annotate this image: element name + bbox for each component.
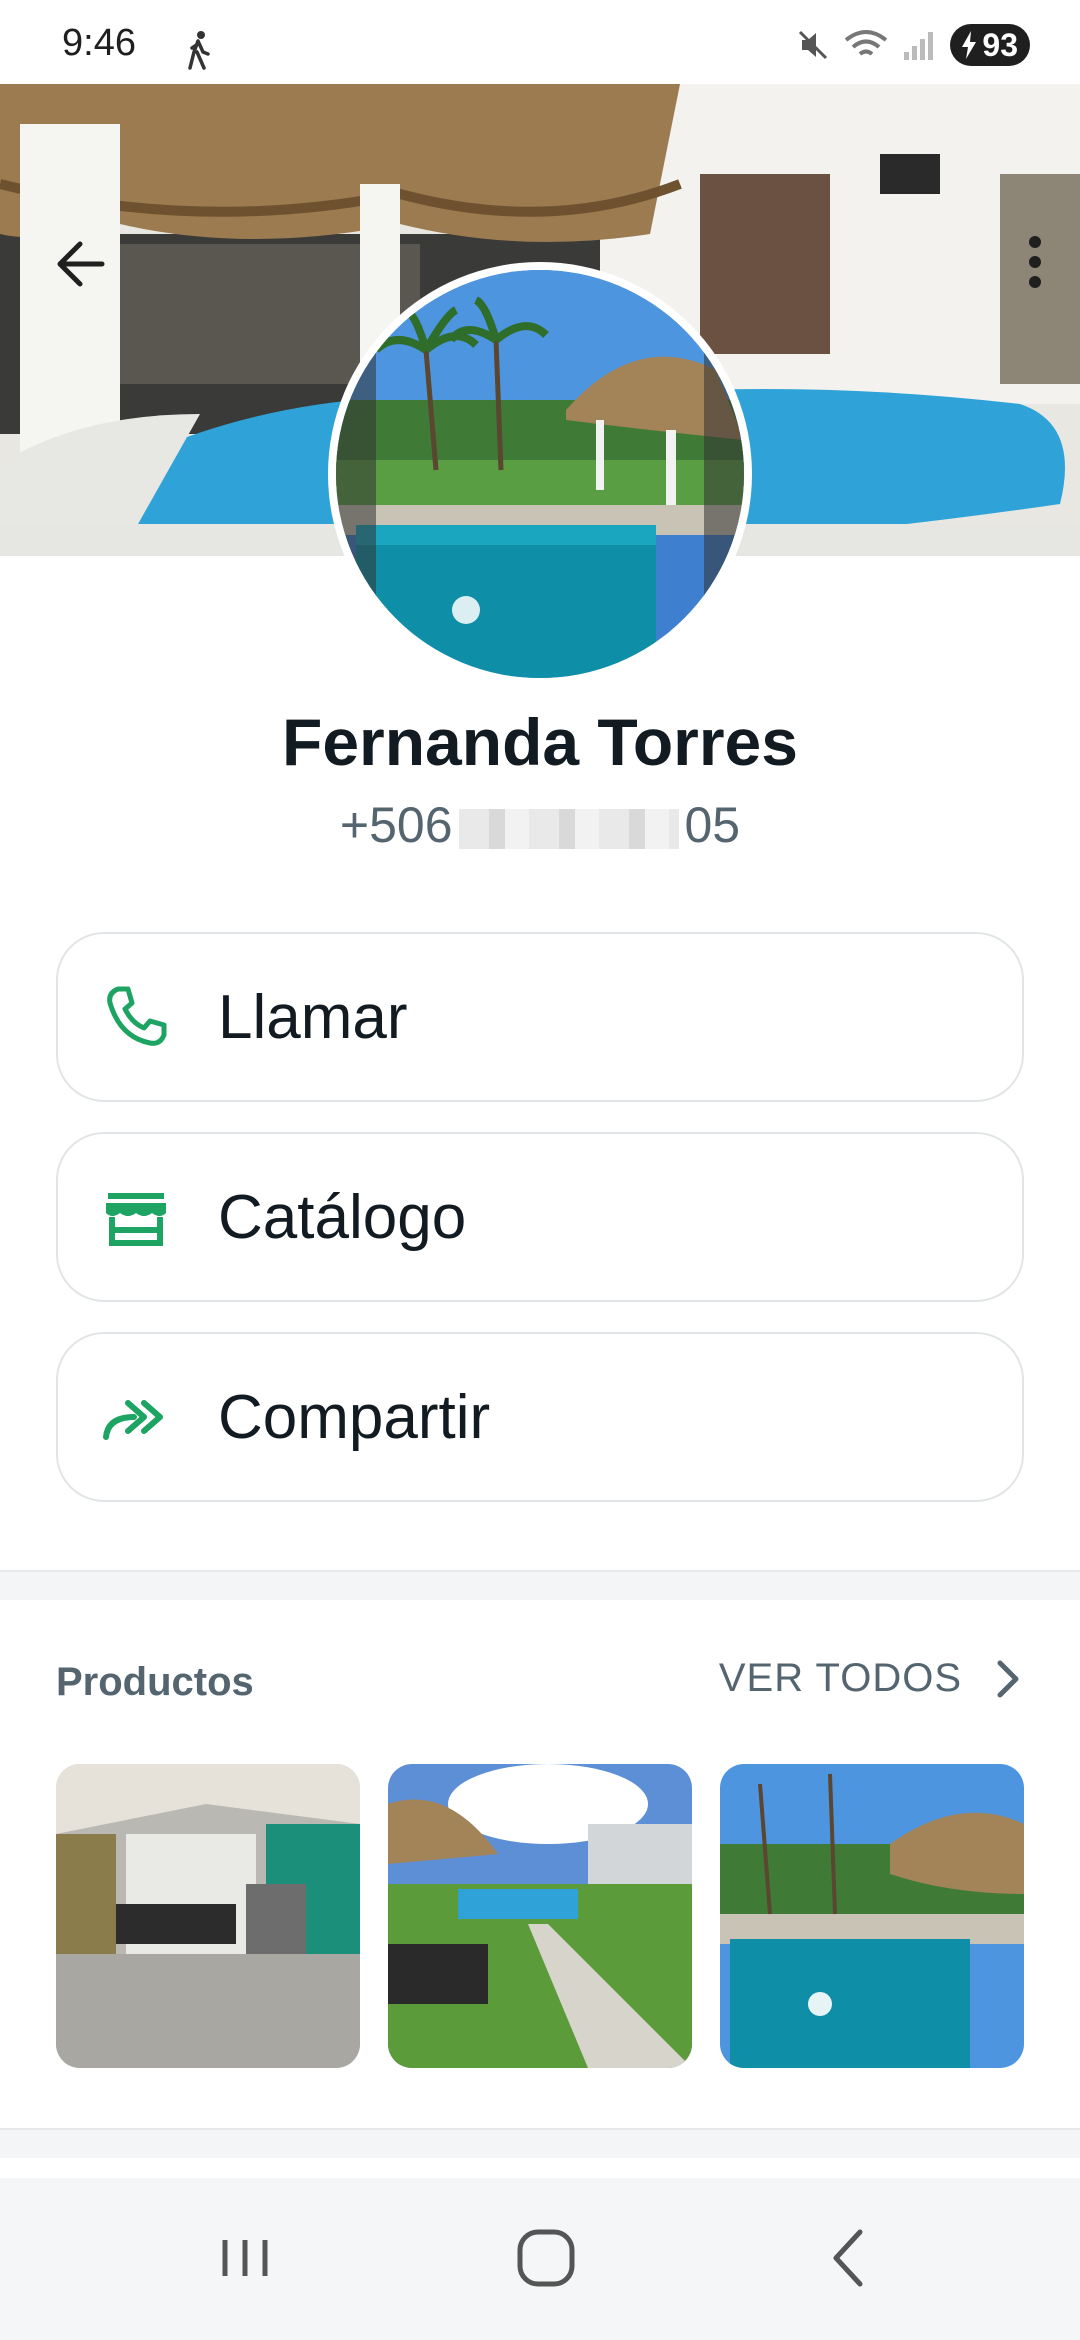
product-thumbnail-2[interactable] [388, 1764, 692, 2068]
phone-prefix: +506 [339, 797, 453, 853]
product-image-2 [388, 1764, 692, 2068]
profile-avatar[interactable] [328, 262, 752, 686]
profile-name: Fernanda Torres [282, 705, 798, 779]
call-button[interactable]: Llamar [56, 932, 1024, 1102]
status-icons: 93 [796, 24, 1030, 66]
status-time: 9:46 [62, 22, 136, 64]
back-arrow-icon[interactable] [50, 234, 110, 294]
status-bar: 9:46 93 [0, 0, 1080, 84]
home-icon[interactable] [506, 2218, 586, 2298]
more-options-icon[interactable] [1020, 232, 1050, 292]
wifi-icon [845, 30, 888, 56]
product-image-3 [720, 1764, 1024, 2068]
store-icon [106, 1193, 166, 1246]
recent-apps-icon[interactable] [205, 2218, 285, 2298]
catalog-button[interactable]: Catálogo [56, 1132, 1024, 1302]
product-thumbnail-3[interactable] [720, 1764, 1024, 2068]
profile-phone: +506 05 [0, 796, 1080, 854]
call-label: Llamar [218, 982, 408, 1052]
product-thumbnail-1[interactable] [56, 1764, 360, 2068]
chevron-right-icon [997, 1660, 1019, 1697]
signal-icon [904, 32, 934, 60]
battery-level: 93 [982, 26, 1018, 63]
share-label: Compartir [218, 1382, 491, 1452]
system-navbar [0, 2178, 1080, 2340]
phone-redaction [458, 808, 679, 849]
products-title: Productos [56, 1660, 254, 1704]
phone-icon [107, 986, 167, 1046]
mute-icon [799, 30, 828, 60]
forward-icon [103, 1400, 163, 1440]
avatar-image [336, 270, 744, 678]
battery-indicator: 93 [950, 24, 1030, 66]
see-all-label: VER TODOS [718, 1656, 962, 1700]
product-image-1 [56, 1764, 360, 2068]
charging-icon [962, 31, 977, 59]
section-divider [0, 1570, 1080, 1600]
share-button[interactable]: Compartir [56, 1332, 1024, 1502]
back-icon[interactable] [810, 2218, 890, 2298]
walk-icon [188, 31, 210, 70]
phone-suffix: 05 [684, 797, 741, 853]
see-all-button[interactable]: VER TODOS [719, 1656, 1020, 1701]
catalog-label: Catálogo [218, 1182, 467, 1252]
section-divider-bottom [0, 2128, 1080, 2158]
